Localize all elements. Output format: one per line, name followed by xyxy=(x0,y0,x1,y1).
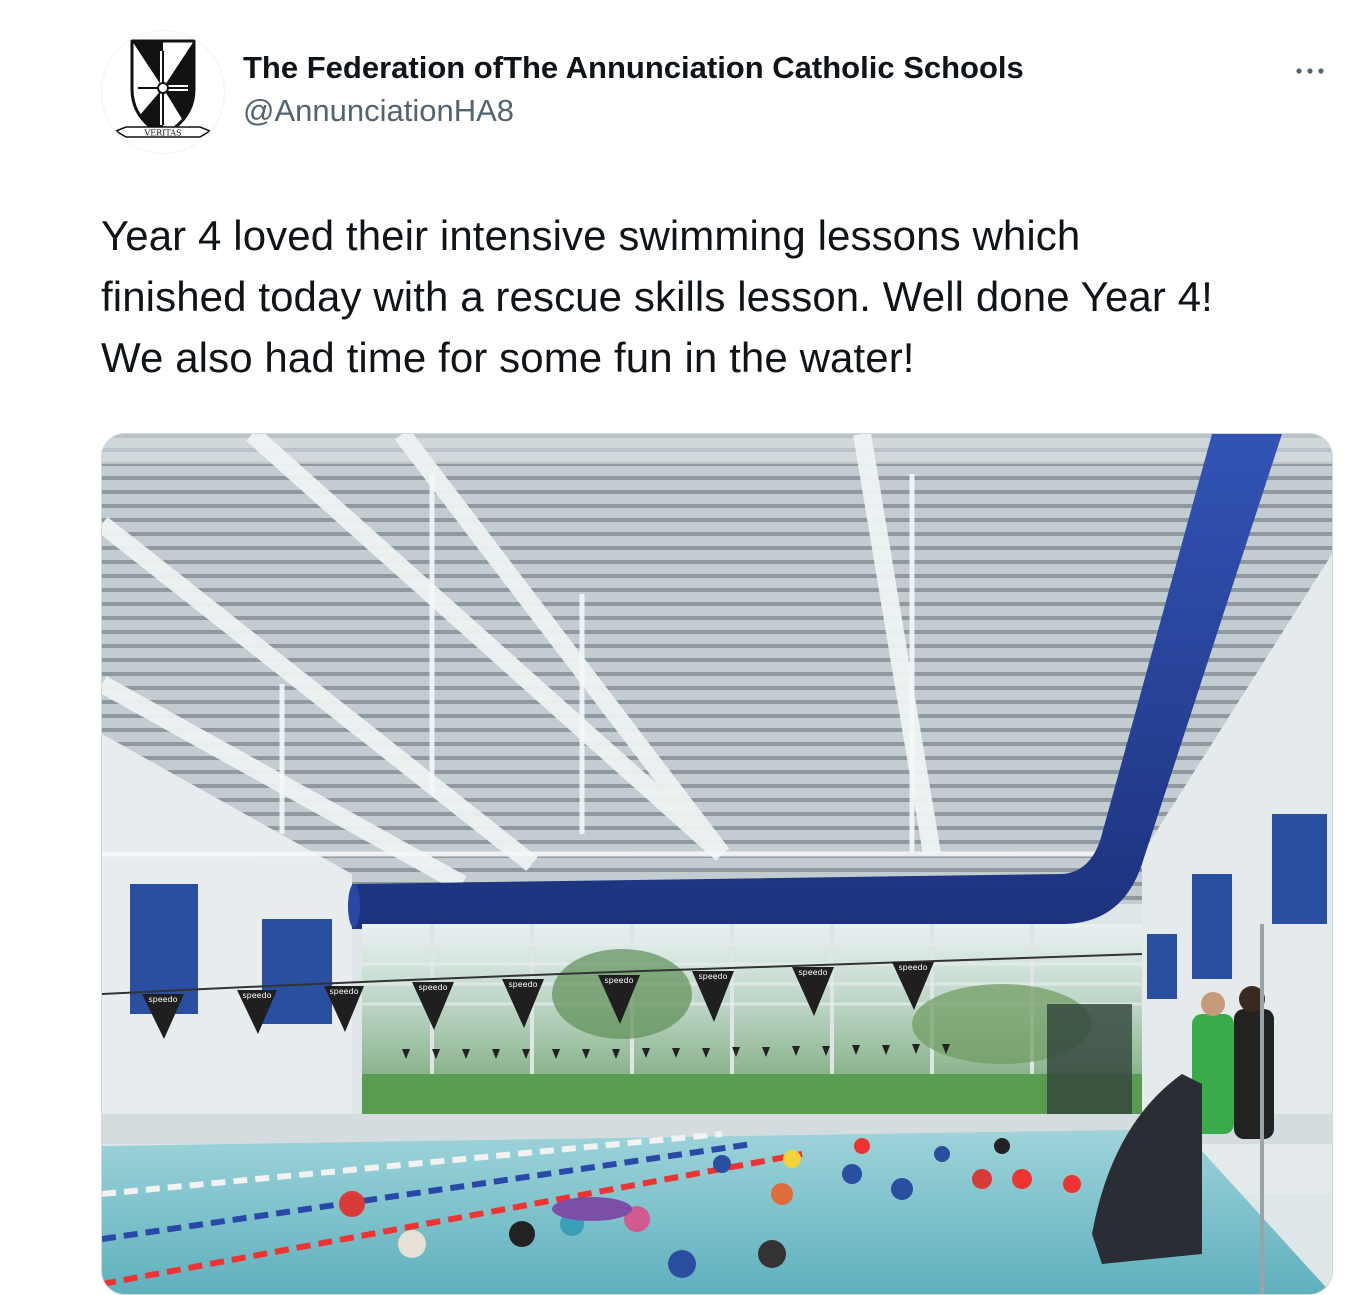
swimming-pool-photo: speedo speedo speedo speedo speedo speed… xyxy=(102,434,1332,1294)
bunting-label: speedo xyxy=(242,991,271,1000)
bunting-label: speedo xyxy=(698,972,727,981)
author-display-name[interactable]: The Federation ofThe Annunciation Cathol… xyxy=(243,50,1024,86)
more-horizontal-icon xyxy=(1296,68,1324,74)
bunting-label: speedo xyxy=(798,968,827,977)
bunting-label: speedo xyxy=(604,976,633,985)
tweet-photo[interactable]: speedo speedo speedo speedo speedo speed… xyxy=(101,433,1333,1295)
bunting-label: speedo xyxy=(418,983,447,992)
avatar-motto: VERITAS xyxy=(144,129,182,138)
bunting-label: speedo xyxy=(898,963,927,972)
tweet-text-line: finished today with a rescue skills less… xyxy=(101,273,1213,320)
tweet-card: VERITAS The Federation ofThe Annunciatio… xyxy=(0,0,1371,1295)
bunting-label: speedo xyxy=(329,987,358,996)
author-avatar[interactable]: VERITAS xyxy=(101,30,225,154)
tweet-text-line: Year 4 loved their intensive swimming le… xyxy=(101,212,1081,259)
author-handle[interactable]: @AnnunciationHA8 xyxy=(243,93,514,129)
crest-logo: VERITAS xyxy=(114,39,212,138)
bunting-label: speedo xyxy=(508,980,537,989)
tweet-text-line: We also had time for some fun in the wat… xyxy=(101,334,915,381)
tweet-text: Year 4 loved their intensive swimming le… xyxy=(101,205,1341,388)
more-options-button[interactable] xyxy=(1290,58,1330,84)
bunting-label: speedo xyxy=(148,995,177,1004)
